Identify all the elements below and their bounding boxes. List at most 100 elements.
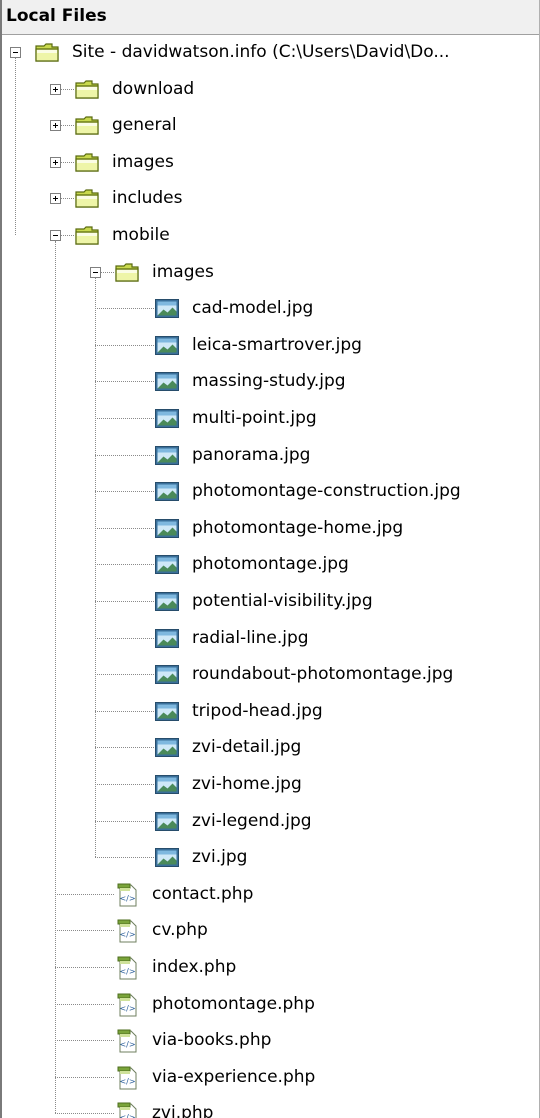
file-item-radial-line-jpg[interactable]: radial-line.jpg [2, 620, 539, 657]
image-file-icon [154, 369, 180, 393]
file-item-zvi-detail-jpg[interactable]: zvi-detail.jpg [2, 729, 539, 766]
tree-connector [55, 1076, 114, 1078]
tree-connector [95, 381, 154, 383]
image-file-icon [154, 552, 180, 576]
tree-item-label: zvi-home.jpg [192, 774, 302, 794]
tree-connector [95, 418, 154, 419]
tree-connector [61, 235, 74, 236]
file-item-panorama-jpg[interactable]: panorama.jpg [2, 437, 539, 474]
collapse-toggle-icon[interactable] [90, 266, 101, 278]
file-item-zvi-legend-jpg[interactable]: zvi-legend.jpg [2, 803, 539, 840]
file-item-photomontage-jpg[interactable]: photomontage.jpg [2, 546, 539, 583]
folder-item-download[interactable]: download [2, 71, 539, 108]
folder-icon [34, 40, 60, 64]
image-file-icon [154, 516, 180, 540]
expand-toggle-icon[interactable] [50, 83, 61, 95]
tree-connector [55, 241, 56, 1114]
tree-connector [95, 601, 154, 602]
folder-icon [74, 186, 100, 210]
panel-header: Local Files [2, 0, 539, 35]
expand-toggle-icon[interactable] [50, 120, 61, 132]
tree-item-label: zvi.jpg [192, 847, 248, 868]
folder-item-images[interactable]: images [2, 254, 539, 291]
image-file-icon [154, 772, 180, 796]
svg-text:</>: </> [119, 1113, 135, 1118]
svg-text:</>: </> [119, 894, 135, 903]
folder-item-mobile[interactable]: mobile [2, 217, 539, 254]
file-item-zvi-php[interactable]: </> zvi.php [2, 1095, 539, 1118]
file-item-potential-visibility-jpg[interactable]: potential-visibility.jpg [2, 583, 539, 620]
tree-connector [95, 308, 154, 310]
php-file-icon: </> [114, 1101, 140, 1118]
file-item-contact-php[interactable]: </> contact.php [2, 876, 539, 913]
tree-connector [95, 710, 154, 712]
image-file-icon [154, 699, 180, 723]
file-item-photomontage-construction-jpg[interactable]: photomontage-construction.jpg [2, 473, 539, 510]
php-file-icon: </> [114, 882, 140, 907]
tree-connector [95, 820, 154, 822]
tree-item-label: zvi-legend.jpg [192, 810, 312, 831]
file-item-tripod-head-jpg[interactable]: tripod-head.jpg [2, 693, 539, 730]
tree-connector [95, 344, 154, 346]
tree-item-label: via-experience.php [152, 1066, 316, 1087]
image-file-icon [154, 479, 180, 503]
tree-item-label: tripod-head.jpg [192, 700, 323, 721]
tree-item-label: radial-line.jpg [192, 627, 309, 648]
local-files-panel: Local Files Site - davidwatson.info (C:\… [0, 0, 540, 1118]
tree-connector [95, 674, 154, 676]
file-item-cad-model-jpg[interactable]: cad-model.jpg [2, 290, 539, 327]
tree-connector [61, 125, 74, 127]
file-item-via-experience-php[interactable]: </> via-experience.php [2, 1059, 539, 1096]
collapse-toggle-icon[interactable] [10, 47, 21, 58]
svg-text:</>: </> [119, 1040, 135, 1049]
tree-item-label: zvi-detail.jpg [192, 737, 302, 758]
tree-item-label: index.php [152, 957, 237, 977]
tree-item-label: images [112, 151, 174, 172]
folder-item-images[interactable]: images [2, 144, 539, 181]
file-item-photomontage-php[interactable]: </> photomontage.php [2, 986, 539, 1023]
tree-item-label: Site - davidwatson.info (C:\Users\David\… [72, 42, 450, 62]
folder-icon [74, 113, 100, 137]
tree-connector [95, 564, 154, 566]
tree-connector [61, 161, 74, 163]
tree-connector [95, 454, 154, 456]
svg-text:</>: </> [119, 1077, 135, 1086]
php-file-icon: </> [114, 1028, 140, 1053]
tree-item-label: photomontage.jpg [192, 554, 349, 575]
expand-toggle-icon[interactable] [50, 156, 61, 168]
tree-item-label: roundabout-photomontage.jpg [192, 664, 454, 685]
folder-item-general[interactable]: general [2, 107, 539, 144]
folder-icon [74, 77, 100, 101]
file-item-leica-smartrover-jpg[interactable]: leica-smartrover.jpg [2, 327, 539, 364]
tree-connector [95, 747, 154, 749]
collapse-toggle-icon[interactable] [50, 230, 61, 241]
tree-connector [55, 1113, 114, 1115]
tree-item-label: potential-visibility.jpg [192, 591, 373, 611]
file-item-massing-study-jpg[interactable]: massing-study.jpg [2, 363, 539, 400]
image-file-icon [154, 333, 180, 357]
file-item-zvi-home-jpg[interactable]: zvi-home.jpg [2, 766, 539, 803]
tree-connector [61, 88, 74, 90]
file-item-multi-point-jpg[interactable]: multi-point.jpg [2, 400, 539, 437]
folder-icon [114, 260, 140, 284]
expand-toggle-icon[interactable] [50, 193, 61, 205]
folder-item-site-davidwatson-info-c-users-david-do[interactable]: Site - davidwatson.info (C:\Users\David\… [2, 34, 539, 71]
folder-item-includes[interactable]: includes [2, 180, 539, 217]
file-item-zvi-jpg[interactable]: zvi.jpg [2, 839, 539, 876]
image-file-icon [154, 589, 180, 613]
file-item-index-php[interactable]: </> index.php [2, 949, 539, 986]
tree-connector [101, 271, 114, 273]
image-file-icon [154, 626, 180, 650]
file-tree[interactable]: Site - davidwatson.info (C:\Users\David\… [2, 34, 539, 1118]
image-file-icon [154, 406, 180, 430]
file-item-roundabout-photomontage-jpg[interactable]: roundabout-photomontage.jpg [2, 656, 539, 693]
tree-item-label: photomontage-home.jpg [192, 517, 404, 538]
tree-item-label: cad-model.jpg [192, 298, 314, 319]
file-item-via-books-php[interactable]: </> via-books.php [2, 1022, 539, 1059]
file-item-cv-php[interactable]: </> cv.php [2, 912, 539, 949]
tree-item-label: multi-point.jpg [192, 408, 317, 428]
file-item-photomontage-home-jpg[interactable]: photomontage-home.jpg [2, 510, 539, 547]
panel-title: Local Files [6, 6, 107, 26]
folder-icon [74, 223, 100, 247]
svg-text:</>: </> [119, 930, 135, 939]
